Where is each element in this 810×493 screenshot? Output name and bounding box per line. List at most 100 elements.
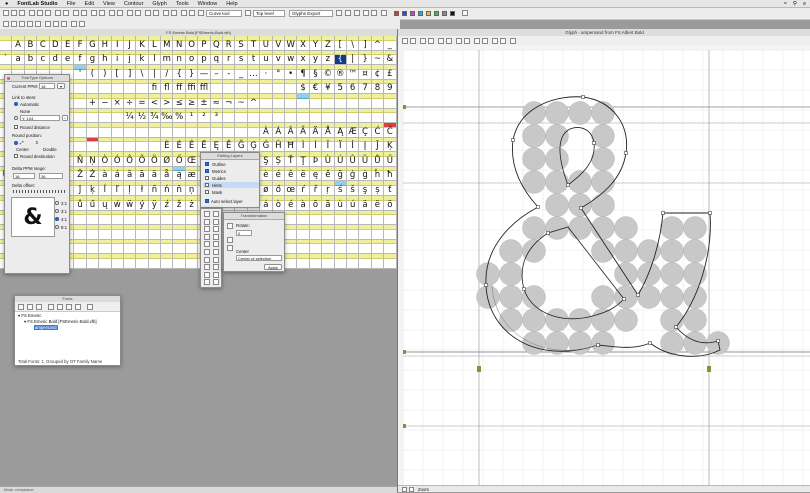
ratio-3-1-radio[interactable] (55, 209, 59, 213)
glyph-cell[interactable]: Ő (173, 152, 186, 167)
glyph-cell[interactable] (136, 123, 149, 138)
glyph-cell[interactable]: & (384, 50, 397, 66)
glyph-cell[interactable]: ¢ (371, 65, 385, 80)
palette-tool-icon[interactable] (204, 249, 210, 255)
glyph-cell[interactable] (346, 225, 360, 240)
apply-button[interactable]: Apply (264, 264, 282, 270)
glyph-cell[interactable]: Õ (136, 152, 149, 167)
glyph-cell[interactable] (86, 210, 100, 226)
gw-tool-6-icon[interactable] (446, 37, 452, 44)
glyph-cell[interactable]: ä (148, 166, 162, 182)
contour-icon[interactable] (3, 20, 9, 27)
menu-window[interactable]: Window (198, 1, 218, 7)
glyph-cell[interactable]: ñ (148, 181, 162, 197)
glyph-cell[interactable]: A (12, 36, 25, 51)
palette-tool-icon[interactable] (204, 218, 210, 225)
glyph-cell[interactable] (371, 108, 385, 124)
glyph-cell[interactable]: O (185, 36, 199, 51)
glyph-cell[interactable] (99, 210, 112, 226)
fonts-new-icon[interactable] (18, 303, 24, 310)
glyph-cell[interactable] (86, 254, 100, 269)
palette-tool-icon[interactable] (204, 279, 210, 286)
glyph-cell[interactable] (99, 239, 112, 255)
glyph-cell[interactable] (384, 210, 397, 226)
glyph-cell[interactable]: Ô (123, 152, 137, 167)
glyph-cell[interactable] (235, 79, 248, 95)
fill-icon[interactable] (363, 10, 369, 16)
glyph-cell[interactable]: á (260, 196, 273, 211)
glyph-cell[interactable]: Y (309, 36, 323, 51)
glyph-cell[interactable]: ņ (185, 181, 199, 197)
glyph-cell[interactable]: £ (384, 65, 397, 80)
glyph-cell[interactable] (111, 137, 124, 153)
glyph-cell[interactable]: y (309, 50, 323, 66)
glyph-cell[interactable] (136, 137, 149, 153)
gw-tool-9-icon[interactable] (474, 37, 480, 44)
glyph-cell[interactable] (284, 225, 298, 240)
glyph-cell[interactable]: } (185, 65, 199, 80)
glyph-cell[interactable] (86, 123, 100, 138)
glyph-cell[interactable]: { (173, 65, 186, 80)
lock-icon[interactable] (371, 10, 377, 16)
glyph-cell[interactable]: Û (346, 152, 360, 167)
glyph-cell[interactable]: ‰ (161, 108, 174, 124)
glyph-cell[interactable] (346, 108, 360, 124)
glyph-cell[interactable]: ľ (111, 181, 124, 197)
palette-tool-icon[interactable] (213, 271, 219, 278)
app-name[interactable]: FontLab Studio (17, 1, 57, 7)
glyph-cell[interactable] (260, 108, 273, 124)
gw-tool-2-icon[interactable] (410, 37, 416, 44)
glyph-cell[interactable]: ¾ (148, 108, 162, 124)
glyph-cell[interactable] (123, 210, 137, 226)
glyph-cell[interactable] (384, 94, 397, 109)
glyph-cell[interactable]: è (260, 166, 273, 182)
glyph-cell[interactable] (384, 108, 397, 124)
glyph-cell[interactable]: n (173, 50, 186, 66)
glyph-cell[interactable]: ŗ (322, 181, 335, 197)
glyph-cell[interactable]: I (111, 36, 124, 51)
glyph-cell[interactable]: ś (334, 181, 347, 197)
rotate-tool-icon[interactable] (227, 223, 233, 229)
glyph-cell[interactable]: İ (346, 137, 360, 153)
glyph-cell[interactable]: m (161, 50, 174, 66)
glyph-cell[interactable]: Ì (297, 137, 310, 153)
glyph-cell[interactable] (111, 254, 124, 269)
glyph-cell[interactable] (322, 108, 335, 124)
glyph-cell[interactable]: ű (86, 196, 100, 211)
glyph-cell[interactable] (210, 79, 224, 95)
glyph-cell[interactable]: Ħ (284, 137, 298, 153)
glyph-cell[interactable]: S (235, 36, 248, 51)
palette-tool-icon[interactable] (213, 211, 219, 217)
glyph-cell[interactable]: r (223, 50, 236, 66)
glyph-cell[interactable]: ů (74, 196, 87, 211)
glyph-cell[interactable] (148, 123, 162, 138)
glyph-cell[interactable]: Ą (334, 123, 347, 138)
glyph-cell[interactable]: é (284, 196, 298, 211)
glyph-cell[interactable] (334, 94, 347, 109)
glyph-cell[interactable]: · (260, 65, 273, 80)
glyph-cell[interactable]: Ć (371, 123, 385, 138)
zoom-control[interactable]: Zoom (418, 487, 429, 492)
glyph-cell[interactable]: â (123, 166, 137, 182)
glyph-cell[interactable]: ¼ (123, 108, 137, 124)
glyph-cell[interactable] (74, 123, 87, 138)
layer-outline-checkbox[interactable] (205, 162, 209, 166)
align-left-icon[interactable] (45, 20, 51, 27)
glyph-cell[interactable] (235, 108, 248, 124)
tree-item-glyph[interactable]: ampersand (34, 325, 58, 330)
glyph-cell[interactable] (309, 94, 323, 109)
glyph-cell[interactable]: ř (309, 181, 323, 197)
glyph-cell[interactable]: ã (136, 166, 149, 182)
palette-tool-icon[interactable] (213, 279, 219, 286)
glyph-cell[interactable]: ș (371, 181, 385, 197)
glyph-cell[interactable]: fl (161, 79, 174, 95)
glyph-cell[interactable]: \ (346, 36, 360, 51)
test-icon[interactable] (135, 10, 141, 16)
apple-icon[interactable]: ● (5, 1, 8, 7)
glyph-cell[interactable]: ) (99, 65, 112, 80)
glyph-cell[interactable]: Č (384, 123, 397, 138)
glyph-cell[interactable] (136, 239, 149, 255)
glyph-cell[interactable] (223, 123, 236, 138)
glyph-cell[interactable]: § (309, 65, 323, 80)
macro-icon[interactable] (153, 10, 159, 16)
